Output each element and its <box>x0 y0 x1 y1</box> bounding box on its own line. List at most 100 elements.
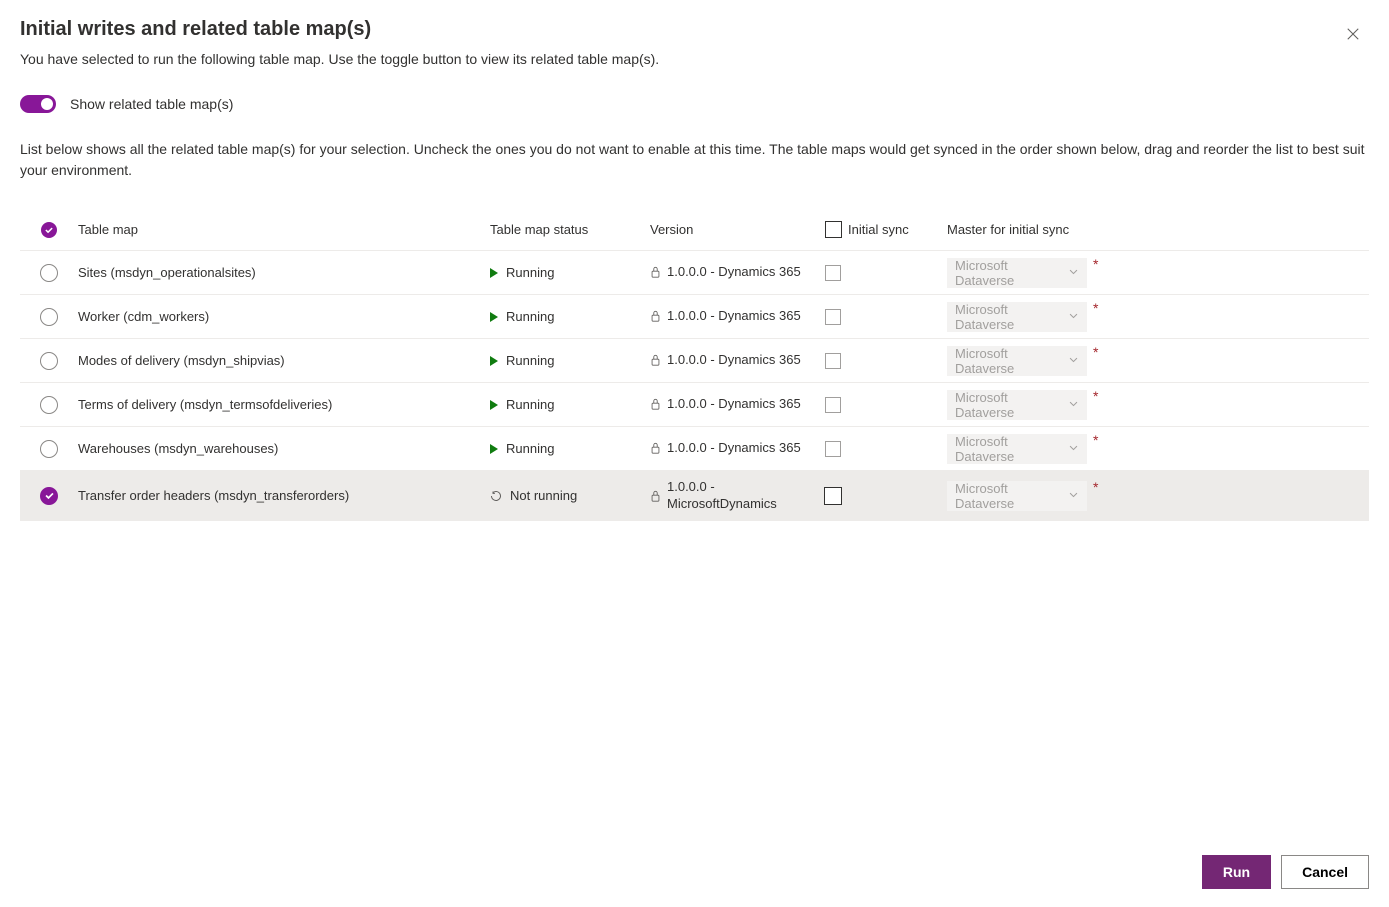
col-master[interactable]: Master for initial sync <box>947 222 1117 237</box>
table-row[interactable]: Warehouses (msdyn_warehouses) Running 1.0.… <box>20 427 1369 471</box>
master-initial-sync-select[interactable]: Microsoft Dataverse <box>947 302 1087 332</box>
col-version[interactable]: Version <box>650 222 818 237</box>
chevron-down-icon <box>1068 309 1079 324</box>
row-status-text: Not running <box>510 488 577 503</box>
row-select-radio[interactable] <box>40 352 58 370</box>
row-status-text: Running <box>506 441 554 456</box>
row-status: Not running <box>490 488 650 503</box>
dialog-initial-writes: Initial writes and related table map(s) … <box>0 0 1389 907</box>
master-initial-sync-select[interactable]: Microsoft Dataverse <box>947 481 1087 511</box>
master-select-value: Microsoft Dataverse <box>955 481 1068 511</box>
initial-sync-header-checkbox[interactable] <box>825 221 842 238</box>
table-row[interactable]: Worker (cdm_workers)Running1.0.0.0 - Dyn… <box>20 295 1369 339</box>
row-status: Running <box>490 309 650 324</box>
row-version: 1.0.0.0 - Dynamics 365 <box>650 440 818 457</box>
running-icon <box>490 312 498 322</box>
chevron-down-icon <box>1068 397 1079 412</box>
master-initial-sync-select[interactable]: Microsoft Dataverse <box>947 434 1087 464</box>
lock-icon <box>650 442 661 454</box>
row-select-radio[interactable] <box>40 308 58 326</box>
lock-icon <box>650 354 661 366</box>
row-version-text: 1.0.0.0 - Dynamics 365 <box>667 396 801 413</box>
col-status[interactable]: Table map status <box>490 222 650 237</box>
row-status: Running <box>490 441 650 456</box>
chevron-down-icon <box>1068 441 1079 456</box>
row-version: 1.0.0.0 - Dynamics 365 <box>650 396 818 413</box>
lock-icon <box>650 490 661 502</box>
lock-icon <box>650 266 661 278</box>
row-tablemap-name: Transfer order headers (msdyn_transferor… <box>78 488 490 503</box>
row-status: Running <box>490 265 650 280</box>
row-tablemap-name: Terms of delivery (msdyn_termsofdeliveri… <box>78 397 490 412</box>
row-select-radio[interactable] <box>40 396 58 414</box>
col-initial-sync[interactable]: Initial sync <box>848 222 947 237</box>
select-all-icon[interactable] <box>41 222 57 238</box>
close-button[interactable] <box>1341 22 1365 46</box>
required-asterisk: * <box>1093 479 1098 495</box>
table-map-table: Table map Table map status Version Initi… <box>20 209 1369 521</box>
row-version-text: 1.0.0.0 - Dynamics 365 <box>667 264 801 281</box>
row-version: 1.0.0.0 - MicrosoftDynamics <box>650 479 818 513</box>
master-initial-sync-select[interactable]: Microsoft Dataverse <box>947 390 1087 420</box>
row-status-text: Running <box>506 309 554 324</box>
running-icon <box>490 444 498 454</box>
running-icon <box>490 400 498 410</box>
row-version-text: 1.0.0.0 - Dynamics 365 <box>667 352 801 369</box>
master-select-value: Microsoft Dataverse <box>955 346 1068 376</box>
row-status-text: Running <box>506 265 554 280</box>
row-version: 1.0.0.0 - Dynamics 365 <box>650 264 818 281</box>
row-select-radio[interactable] <box>40 440 58 458</box>
row-status-text: Running <box>506 397 554 412</box>
master-select-value: Microsoft Dataverse <box>955 258 1068 288</box>
master-initial-sync-select[interactable]: Microsoft Dataverse <box>947 346 1087 376</box>
row-tablemap-name: Warehouses (msdyn_warehouses) <box>78 441 490 456</box>
initial-sync-checkbox[interactable] <box>825 265 841 281</box>
running-icon <box>490 356 498 366</box>
master-initial-sync-select[interactable]: Microsoft Dataverse <box>947 258 1087 288</box>
row-select-radio[interactable] <box>40 264 58 282</box>
lock-icon <box>650 398 661 410</box>
master-select-value: Microsoft Dataverse <box>955 390 1068 420</box>
master-select-value: Microsoft Dataverse <box>955 434 1068 464</box>
required-asterisk: * <box>1093 300 1098 316</box>
row-version: 1.0.0.0 - Dynamics 365 <box>650 352 818 369</box>
table-row[interactable]: Transfer order headers (msdyn_transferor… <box>20 471 1369 521</box>
initial-sync-checkbox[interactable] <box>824 487 842 505</box>
not-running-icon <box>490 490 502 502</box>
table-row[interactable]: Terms of delivery (msdyn_termsofdeliveri… <box>20 383 1369 427</box>
initial-sync-checkbox[interactable] <box>825 309 841 325</box>
required-asterisk: * <box>1093 256 1098 272</box>
chevron-down-icon <box>1068 353 1079 368</box>
row-version-text: 1.0.0.0 - Dynamics 365 <box>667 440 801 457</box>
row-tablemap-name: Modes of delivery (msdyn_shipvias) <box>78 353 490 368</box>
show-related-toggle[interactable] <box>20 95 56 113</box>
dialog-subtitle: You have selected to run the following t… <box>20 51 1369 67</box>
table-row[interactable]: Modes of delivery (msdyn_shipvias) Runnin… <box>20 339 1369 383</box>
dialog-title: Initial writes and related table map(s) <box>20 18 1369 41</box>
col-table-map[interactable]: Table map <box>78 222 490 237</box>
required-asterisk: * <box>1093 344 1098 360</box>
table-header-row: Table map Table map status Version Initi… <box>20 209 1369 251</box>
initial-sync-checkbox[interactable] <box>825 397 841 413</box>
run-button[interactable]: Run <box>1202 855 1271 889</box>
row-version: 1.0.0.0 - Dynamics 365 <box>650 308 818 325</box>
close-icon <box>1346 27 1360 41</box>
row-version-text: 1.0.0.0 - Dynamics 365 <box>667 308 801 325</box>
master-select-value: Microsoft Dataverse <box>955 302 1068 332</box>
required-asterisk: * <box>1093 432 1098 448</box>
required-asterisk: * <box>1093 388 1098 404</box>
row-status: Running <box>490 353 650 368</box>
running-icon <box>490 268 498 278</box>
table-row[interactable]: Sites (msdyn_operationalsites)Running1.0… <box>20 251 1369 295</box>
row-select-radio[interactable] <box>40 487 58 505</box>
chevron-down-icon <box>1068 488 1079 503</box>
cancel-button[interactable]: Cancel <box>1281 855 1369 889</box>
initial-sync-checkbox[interactable] <box>825 441 841 457</box>
show-related-toggle-label: Show related table map(s) <box>70 96 233 112</box>
row-version-text: 1.0.0.0 - MicrosoftDynamics <box>667 479 787 513</box>
dialog-footer: Run Cancel <box>1202 855 1369 889</box>
row-status: Running <box>490 397 650 412</box>
chevron-down-icon <box>1068 265 1079 280</box>
initial-sync-checkbox[interactable] <box>825 353 841 369</box>
row-status-text: Running <box>506 353 554 368</box>
